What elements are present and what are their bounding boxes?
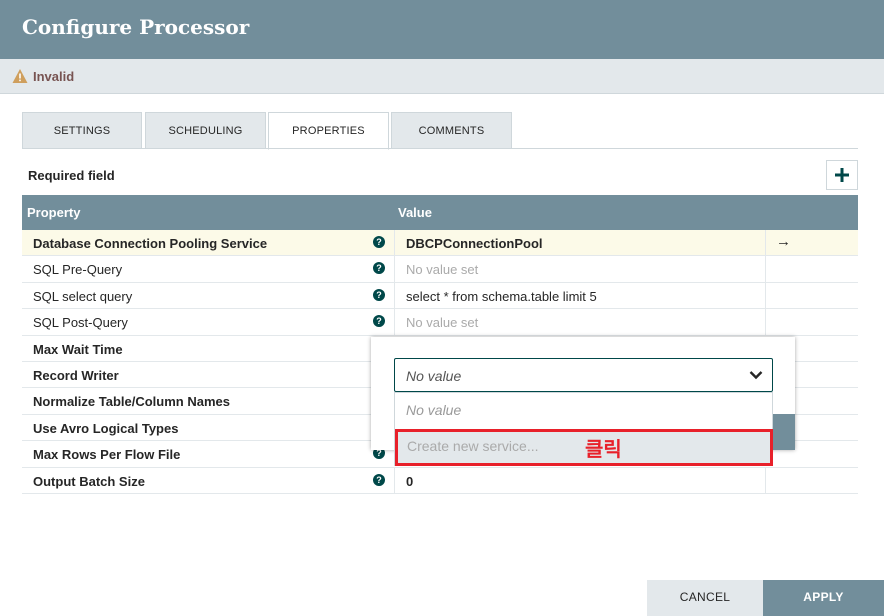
- chevron-down-icon: [749, 371, 763, 380]
- go-to-arrow-icon[interactable]: →: [776, 233, 791, 250]
- dialog-header: Configure Processor: [0, 0, 884, 59]
- column-divider: [394, 467, 395, 493]
- property-name: Normalize Table/Column Names: [33, 394, 230, 410]
- column-divider: [765, 282, 766, 309]
- property-value[interactable]: select * from schema.table limit 5: [406, 289, 597, 304]
- table-row[interactable]: SQL select query ? select * from schema.…: [22, 282, 858, 310]
- help-icon[interactable]: ?: [373, 288, 385, 301]
- status-label: Invalid: [33, 69, 75, 84]
- column-divider: [765, 467, 766, 493]
- annotation-label: 클릭: [585, 437, 622, 461]
- cancel-button[interactable]: CANCEL: [647, 580, 763, 616]
- property-name: Database Connection Pooling Service: [33, 236, 268, 251]
- column-divider: [394, 256, 395, 282]
- property-value[interactable]: DBCPConnectionPool: [406, 236, 543, 251]
- tab-comments[interactable]: COMMENTS: [391, 112, 512, 149]
- annotation-highlight-box: [395, 429, 773, 466]
- column-divider: [394, 282, 395, 309]
- editor-button-edge: [772, 414, 795, 450]
- tab-settings[interactable]: SETTINGS: [22, 112, 142, 149]
- status-bar: Invalid: [0, 59, 884, 94]
- column-divider: [394, 309, 395, 335]
- column-header-value: Value: [398, 205, 432, 220]
- property-table-header: Property Value: [22, 195, 858, 230]
- property-value[interactable]: 0: [406, 474, 413, 489]
- table-row[interactable]: Database Connection Pooling Service ? DB…: [22, 230, 858, 257]
- table-row[interactable]: SQL Pre-Query ? No value set: [22, 256, 858, 283]
- column-divider: [765, 309, 766, 335]
- service-select[interactable]: No value: [394, 358, 773, 392]
- tab-scheduling[interactable]: SCHEDULING: [145, 112, 266, 149]
- warning-icon: [12, 69, 28, 83]
- selected-value: No value: [406, 368, 462, 384]
- help-icon[interactable]: ?: [373, 315, 385, 328]
- column-divider: [765, 256, 766, 282]
- property-name: Record Writer: [33, 367, 119, 383]
- property-name: SQL select query: [33, 288, 133, 304]
- option-no-value[interactable]: No value: [406, 402, 461, 418]
- property-name: SQL Pre-Query: [33, 262, 123, 278]
- add-property-button[interactable]: [826, 160, 858, 190]
- dialog-title: Configure Processor: [22, 15, 250, 39]
- column-divider: [765, 230, 766, 256]
- column-header-property: Property: [27, 205, 81, 220]
- property-value[interactable]: No value set: [406, 262, 478, 277]
- apply-button[interactable]: APPLY: [763, 580, 884, 616]
- help-icon[interactable]: ?: [373, 262, 385, 275]
- tab-divider: [22, 148, 858, 149]
- plus-icon: [835, 168, 849, 182]
- column-divider: [394, 230, 395, 256]
- help-icon[interactable]: ?: [373, 236, 385, 248]
- table-row[interactable]: Output Batch Size ? 0: [22, 467, 858, 494]
- property-name: Output Batch Size: [33, 473, 145, 489]
- property-value[interactable]: No value set: [406, 315, 478, 330]
- tab-properties[interactable]: PROPERTIES: [268, 112, 389, 150]
- property-name: Max Wait Time: [33, 341, 123, 357]
- required-field-label: Required field: [28, 168, 115, 183]
- table-row[interactable]: SQL Post-Query ? No value set: [22, 309, 858, 336]
- help-icon[interactable]: ?: [373, 473, 385, 486]
- property-name: Use Avro Logical Types: [33, 420, 179, 436]
- property-name: SQL Post-Query: [33, 315, 128, 331]
- property-name: Max Rows Per Flow File: [33, 447, 181, 463]
